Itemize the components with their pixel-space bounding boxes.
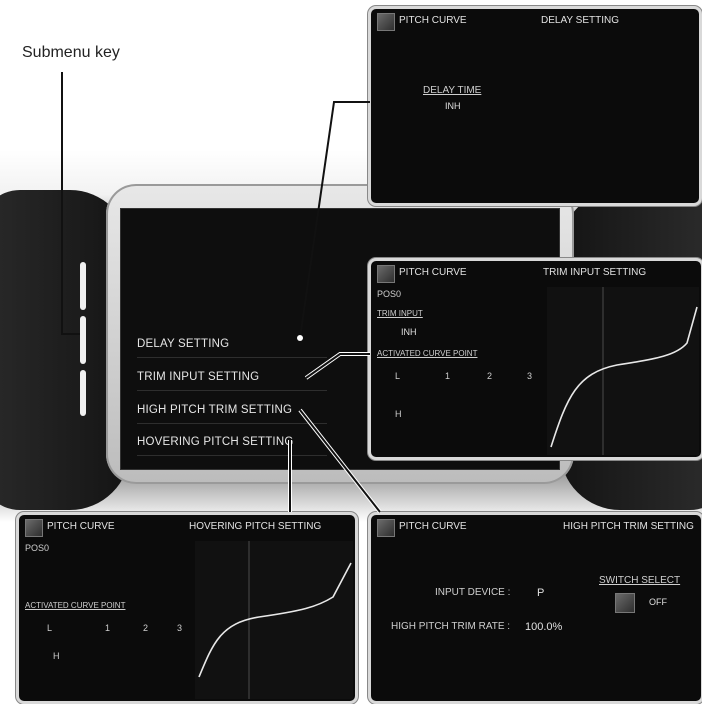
connector-lines [61,72,382,514]
trim-input-pointer-outline [304,352,370,380]
submenu-key-pointer [61,72,80,335]
delay-pointer [299,101,370,339]
high-pitch-pointer [299,409,381,513]
delay-pointer-dot [297,335,303,341]
